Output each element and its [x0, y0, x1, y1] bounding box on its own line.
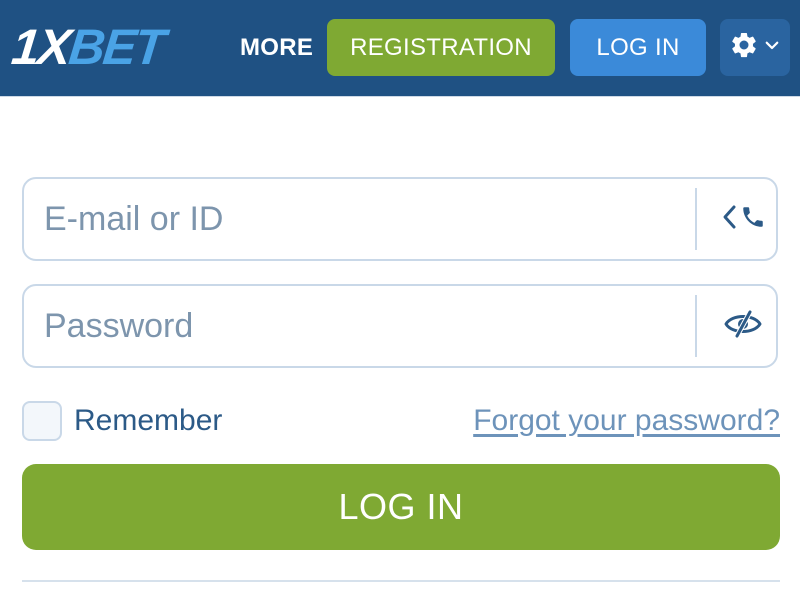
remember-me-toggle[interactable]: Remember — [22, 401, 222, 441]
toggle-password-visibility-button[interactable] — [710, 286, 776, 366]
email-or-id-input[interactable] — [44, 179, 684, 259]
header-login-button-label: LOG IN — [596, 33, 680, 61]
remember-label: Remember — [74, 404, 223, 437]
logo-suffix: BET — [66, 19, 167, 75]
password-field — [22, 284, 778, 368]
login-page: 1XBET MORE REGISTRATION LOG IN E-mail or… — [0, 0, 800, 600]
chevron-down-icon — [763, 36, 781, 59]
password-input[interactable] — [44, 286, 684, 366]
switch-to-phone-button[interactable] — [710, 179, 776, 259]
gear-icon — [729, 30, 759, 65]
top-header: 1XBET MORE REGISTRATION LOG IN — [0, 0, 800, 97]
field-divider — [695, 295, 697, 357]
field-divider — [695, 188, 697, 250]
registration-button[interactable]: REGISTRATION — [327, 19, 555, 76]
email-or-id-field — [22, 177, 778, 261]
logo-prefix: 1X — [9, 19, 73, 75]
bottom-divider — [22, 580, 780, 582]
forgot-password-link[interactable]: Forgot your password? — [473, 401, 780, 441]
login-submit-button[interactable]: LOG IN — [22, 464, 780, 550]
header-login-button[interactable]: LOG IN — [570, 19, 706, 76]
phone-icon — [740, 204, 766, 235]
brand-logo[interactable]: 1XBET — [9, 19, 167, 75]
chevron-left-icon — [720, 203, 740, 236]
logo-text: 1XBET — [9, 19, 167, 75]
login-submit-label: LOG IN — [338, 486, 464, 527]
more-menu-button[interactable]: MORE — [240, 28, 313, 68]
remember-checkbox[interactable] — [22, 401, 62, 441]
eye-slash-icon — [723, 309, 763, 344]
registration-button-label: REGISTRATION — [350, 33, 532, 61]
settings-button[interactable] — [720, 19, 790, 76]
